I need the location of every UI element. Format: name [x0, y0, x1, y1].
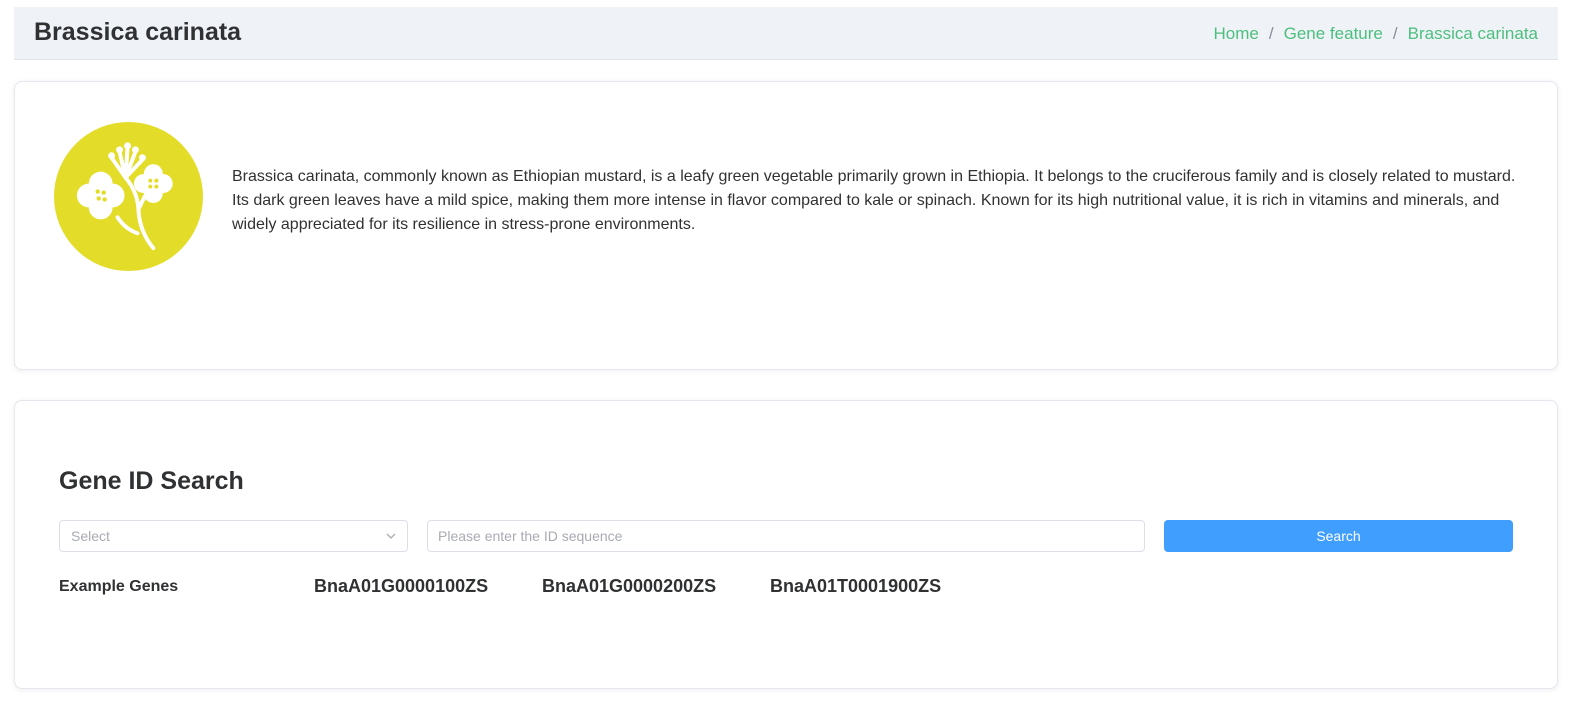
database-select[interactable]: Select	[59, 520, 408, 552]
page-title: Brassica carinata	[34, 18, 242, 46]
breadcrumb-current[interactable]: Brassica carinata	[1408, 24, 1538, 43]
species-info-card: Brassica carinata, commonly known as Eth…	[14, 81, 1558, 370]
example-genes-label: Example Genes	[59, 578, 179, 595]
flower-icon	[54, 122, 203, 271]
example-gene-link[interactable]: BnaA01G0000100ZS	[314, 576, 488, 597]
search-title: Gene ID Search	[59, 467, 244, 495]
breadcrumb-gene-feature[interactable]: Gene feature	[1284, 24, 1383, 43]
breadcrumb-separator: /	[1268, 24, 1274, 43]
page-header: Brassica carinata Home / Gene feature / Bras…	[14, 7, 1558, 60]
species-description: Brassica carinata, commonly known as Eth…	[232, 168, 1516, 233]
top-strip	[0, 0, 1584, 5]
search-button[interactable]: Search	[1164, 520, 1513, 552]
select-placeholder: Select	[71, 528, 110, 544]
breadcrumb-home[interactable]: Home	[1214, 24, 1259, 43]
chevron-down-icon	[386, 533, 396, 539]
breadcrumb-separator: /	[1392, 24, 1398, 43]
breadcrumb: Home / Gene feature / Brassica carinata	[1214, 24, 1538, 44]
gene-id-input[interactable]	[427, 520, 1145, 552]
example-gene-link[interactable]: BnaA01T0001900ZS	[770, 576, 941, 597]
example-gene-link[interactable]: BnaA01G0000200ZS	[542, 576, 716, 597]
gene-search-card: Gene ID Search Select Search Example Gen…	[14, 400, 1558, 689]
